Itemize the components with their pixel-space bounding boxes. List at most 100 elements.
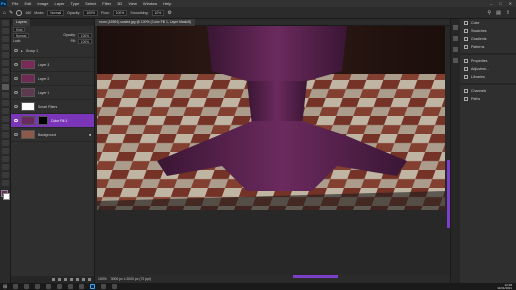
canvas-image[interactable] [97,26,445,210]
link-icon[interactable] [52,278,55,281]
document-tab[interactable]: room (16591) scaled.jpg @ 100% (Color Fi… [95,19,196,26]
gradient-tool-icon[interactable] [2,116,9,122]
layer-filter-kind[interactable]: Kind [13,26,26,32]
character-icon[interactable] [453,47,458,52]
zoom-level[interactable]: 100% [98,277,107,281]
flow-field[interactable]: 100% [112,9,128,16]
smoothing-field[interactable]: 10% [151,9,165,16]
minimize-icon[interactable]: – [490,1,492,6]
menu-image[interactable]: Image [34,1,51,6]
hand-tool-icon[interactable] [2,172,9,178]
eye-icon[interactable] [14,49,18,52]
layer-row-group-1[interactable]: ▸ Group 1 [11,44,94,58]
blend-mode-select[interactable]: Normal [13,32,30,38]
maximize-icon[interactable]: □ [499,1,501,6]
eye-icon[interactable] [14,91,18,94]
type-tool-icon[interactable] [2,148,9,154]
move-tool-icon[interactable] [2,20,9,26]
layer-row-layer-3[interactable]: Layer 3 [11,58,94,72]
mail-icon[interactable] [57,284,63,289]
crop-tool-icon[interactable] [2,52,9,58]
file-explorer-icon[interactable] [35,284,41,289]
eye-icon[interactable] [14,119,18,122]
share-icon[interactable]: ⇧ [506,10,510,16]
layer-row-layer-1[interactable]: Layer 1 [11,86,94,100]
eye-icon[interactable] [14,77,18,80]
menu-help[interactable]: Help [160,1,174,6]
menu-3d[interactable]: 3D [114,1,125,6]
store-icon[interactable] [68,284,74,289]
layer-row-background[interactable]: Background ■ [11,128,94,142]
app-icon[interactable] [112,284,118,289]
menu-filter[interactable]: Filter [99,1,114,6]
paragraph-icon[interactable] [453,58,458,63]
menu-select[interactable]: Select [82,1,99,6]
mask-icon[interactable] [64,278,67,281]
menu-file[interactable]: File [9,1,21,6]
opacity-field[interactable]: 100% [83,9,99,16]
fx-icon[interactable] [58,278,61,281]
brush-tool-icon[interactable]: ✎ [9,10,13,16]
clone-stamp-tool-icon[interactable] [2,92,9,98]
zoom-tool-icon[interactable] [2,180,9,186]
blur-tool-icon[interactable] [2,124,9,130]
mode-select[interactable]: Normal [47,9,65,16]
panel-gradients[interactable]: Gradients [460,35,516,43]
menu-edit[interactable]: Edit [21,1,34,6]
home-icon[interactable]: ⌂ [3,10,6,16]
eye-icon[interactable] [14,133,18,136]
horizontal-scrollbar[interactable] [293,275,338,278]
app-icon[interactable] [101,284,107,289]
panel-paths[interactable]: Paths [460,95,516,103]
shape-tool-icon[interactable] [2,164,9,170]
media-icon[interactable] [79,284,85,289]
windows-start-icon[interactable]: ⊞ [3,284,7,290]
gear-icon[interactable]: ⚙ [167,10,171,16]
panel-properties[interactable]: Properties [460,57,516,65]
panel-swatches[interactable]: Swatches [460,27,516,35]
background-color-swatch[interactable] [3,193,10,200]
photoshop-taskbar-icon[interactable] [90,284,96,289]
menu-view[interactable]: View [125,1,140,6]
marquee-tool-icon[interactable] [2,28,9,34]
search-icon[interactable] [13,284,19,289]
workspace-icon[interactable]: ▤ [496,10,501,16]
panel-adjustments[interactable]: Adjustme... [460,65,516,73]
eraser-tool-icon[interactable] [2,108,9,114]
panel-patterns[interactable]: Patterns [460,43,516,51]
trash-icon[interactable] [88,278,91,281]
layer-row-smart-filters[interactable]: Smart Filters [11,100,94,114]
panel-libraries[interactable]: Libraries [460,73,516,81]
eyedropper-tool-icon[interactable] [2,68,9,74]
browser-icon[interactable] [46,284,52,289]
new-group-icon[interactable] [76,278,79,281]
new-layer-icon[interactable] [82,278,85,281]
lasso-tool-icon[interactable] [2,36,9,42]
search-icon[interactable]: ⚲ [487,10,491,16]
panel-color[interactable]: Color [460,19,516,27]
adjustment-icon[interactable] [70,278,73,281]
panel-channels[interactable]: Channels [460,87,516,95]
tab-layers[interactable]: Layers [13,19,30,26]
history-brush-tool-icon[interactable] [2,100,9,106]
quick-select-tool-icon[interactable] [2,44,9,50]
task-view-icon[interactable] [24,284,30,289]
path-select-tool-icon[interactable] [2,156,9,162]
healing-tool-icon[interactable] [2,76,9,82]
layer-row-layer-2[interactable]: Layer 2 [11,72,94,86]
close-icon[interactable]: ✕ [509,1,512,6]
fill-field[interactable]: 100% [77,38,92,44]
brush-preset-icon[interactable] [16,9,23,16]
menu-window[interactable]: Window [140,1,160,6]
system-clock[interactable]: 12:28 11/01/2021 [497,283,516,290]
menu-layer[interactable]: Layer [51,1,67,6]
brush-tool-icon-selected[interactable] [2,84,9,90]
frame-tool-icon[interactable] [2,60,9,66]
eye-icon[interactable] [14,105,18,108]
dodge-tool-icon[interactable] [2,132,9,138]
layer-row-color-fill-1[interactable]: Color Fill 1 [11,114,94,128]
brush-settings-icon[interactable] [453,36,458,41]
eye-icon[interactable] [14,63,18,66]
history-icon[interactable] [453,25,458,30]
menu-type[interactable]: Type [68,1,83,6]
